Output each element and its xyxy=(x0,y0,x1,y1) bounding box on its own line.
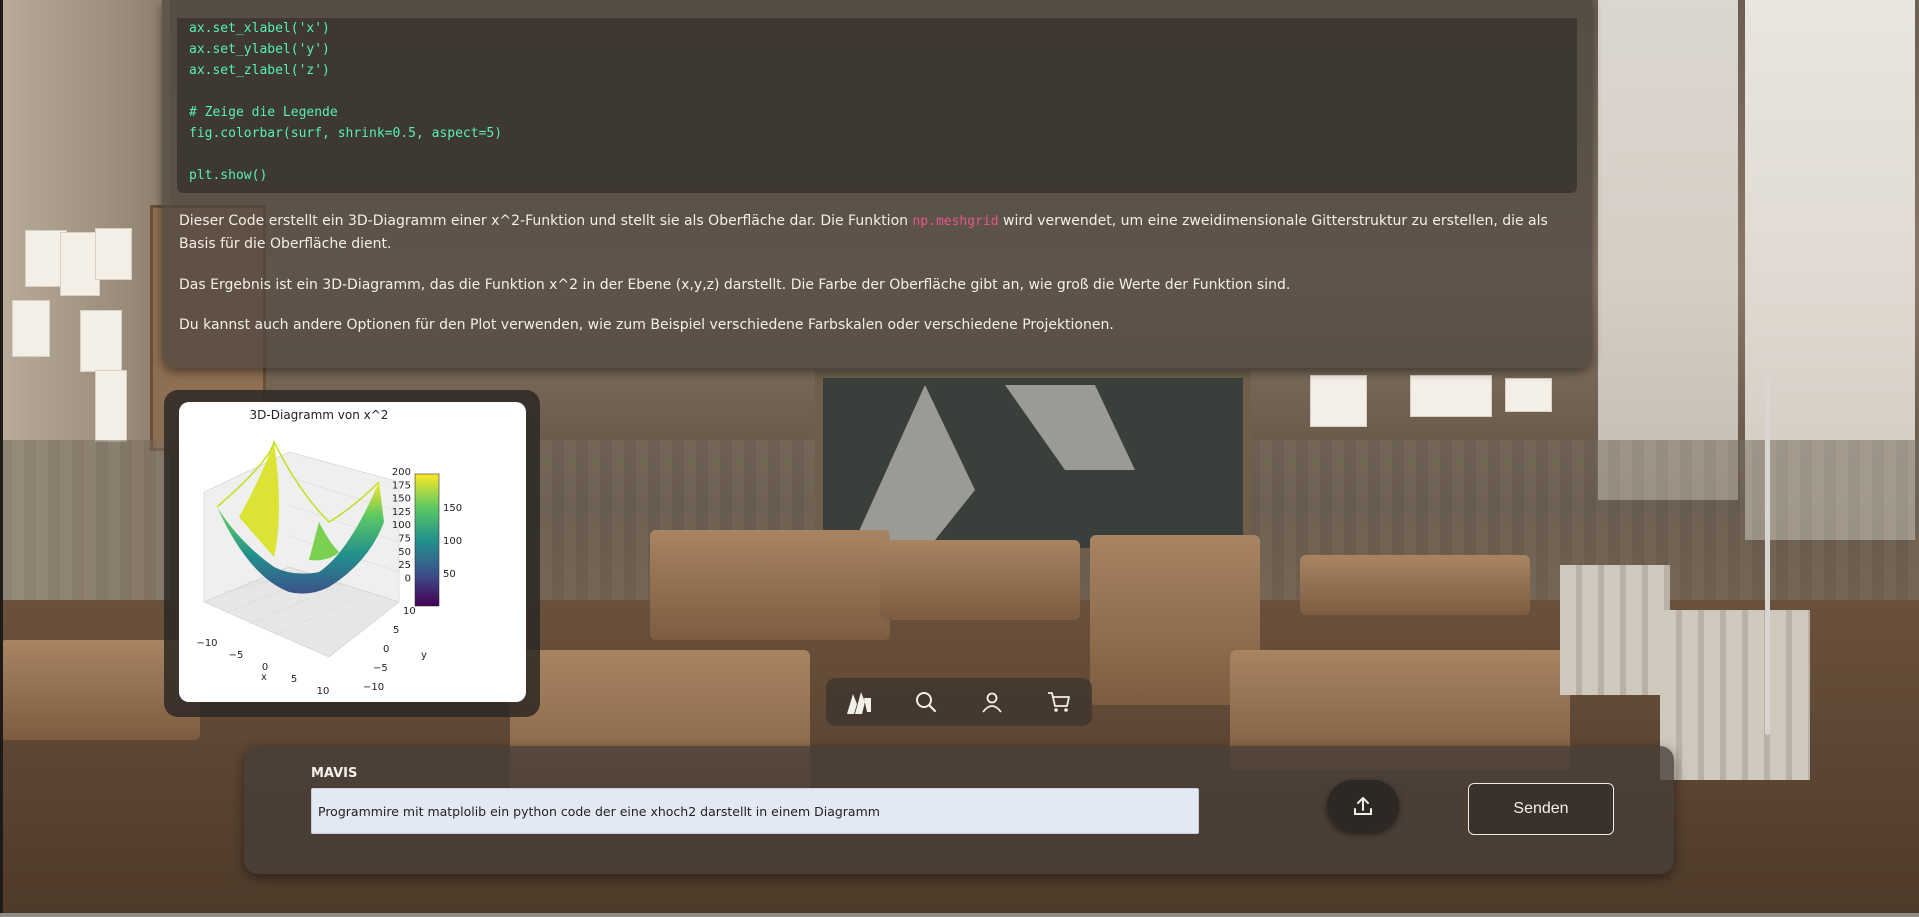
y-tick-label: −10 xyxy=(363,682,384,693)
cart-icon[interactable] xyxy=(1039,682,1079,722)
z-tick-label: 150 xyxy=(392,494,411,505)
y-tick-label: 10 xyxy=(403,606,416,617)
scrollbar-thumb[interactable] xyxy=(1765,370,1770,735)
plot-image: 3D-Diagramm von x^2 200 175 150 125 100 … xyxy=(179,402,526,702)
z-tick-label: 125 xyxy=(392,507,411,518)
search-icon[interactable] xyxy=(906,682,946,722)
z-tick-label: 200 xyxy=(392,467,411,478)
response-paragraph-1: Dieser Code erstellt ein 3D-Diagramm ein… xyxy=(179,210,1579,256)
bottom-nav xyxy=(826,678,1092,726)
z-tick-label: 25 xyxy=(398,560,411,571)
window-bottom-edge xyxy=(0,913,1919,917)
y-tick-label: 5 xyxy=(393,625,399,636)
response-paragraph-3: Du kannst auch andere Optionen für den P… xyxy=(179,317,1114,333)
window-left-edge xyxy=(0,0,3,917)
z-tick-label: 50 xyxy=(398,547,411,558)
colorbar-tick-label: 100 xyxy=(443,536,462,547)
y-tick-label: −5 xyxy=(373,663,388,674)
upload-icon xyxy=(1354,797,1372,815)
inline-code: np.meshgrid xyxy=(912,214,999,229)
x-axis-label: x xyxy=(261,672,267,683)
colorbar xyxy=(414,473,440,607)
response-paragraph-2: Das Ergebnis ist ein 3D-Diagramm, das di… xyxy=(179,277,1291,293)
paragraph-text: Dieser Code erstellt ein 3D-Diagramm ein… xyxy=(179,213,913,229)
code-line: fig.colorbar(surf, shrink=0.5, aspect=5) xyxy=(189,126,503,141)
colorbar-tick-label: 50 xyxy=(443,569,456,580)
y-tick-label: 0 xyxy=(383,644,389,655)
code-line: ax.set_ylabel('y') xyxy=(189,42,330,57)
assistant-name-label: MAVIS xyxy=(311,766,358,781)
x-tick-label: −10 xyxy=(196,638,217,649)
send-button[interactable]: Senden xyxy=(1468,783,1614,835)
code-block: ax.set_xlabel('x') ax.set_ylabel('y') ax.s… xyxy=(177,18,1577,193)
z-tick-label: 175 xyxy=(392,480,411,491)
user-icon[interactable] xyxy=(972,682,1012,722)
input-panel: MAVIS Senden xyxy=(244,746,1674,874)
code-line: plt.show() xyxy=(189,168,268,183)
x-tick-label: −5 xyxy=(229,650,244,661)
code-line: ax.set_zlabel('z') xyxy=(189,63,330,78)
code-line: ax.set_xlabel('x') xyxy=(189,21,330,36)
y-axis-label: y xyxy=(421,650,427,661)
z-tick-label: 100 xyxy=(392,520,411,531)
z-tick-label: 75 xyxy=(398,534,411,545)
mavis-logo-icon[interactable] xyxy=(839,682,879,722)
mavis-logo-watermark xyxy=(855,385,1135,540)
x-tick-label: 10 xyxy=(317,686,330,697)
code-line: # Zeige die Legende xyxy=(189,105,338,120)
colorbar-tick-label: 150 xyxy=(443,503,462,514)
surface-plot: 2001751501251007550250 15010050 −10−5051… xyxy=(196,439,462,697)
plot-card: 3D-Diagramm von x^2 200 175 150 125 100 … xyxy=(164,390,540,717)
z-tick-label: 0 xyxy=(405,573,411,584)
colorbar-ticks: 150 100 50 xyxy=(443,503,462,580)
prompt-input[interactable] xyxy=(311,788,1199,834)
x-tick-label: 5 xyxy=(291,674,297,685)
upload-button[interactable] xyxy=(1327,780,1399,832)
assistant-message-card: ax.set_xlabel('x') ax.set_ylabel('y') ax.s… xyxy=(162,0,1592,368)
